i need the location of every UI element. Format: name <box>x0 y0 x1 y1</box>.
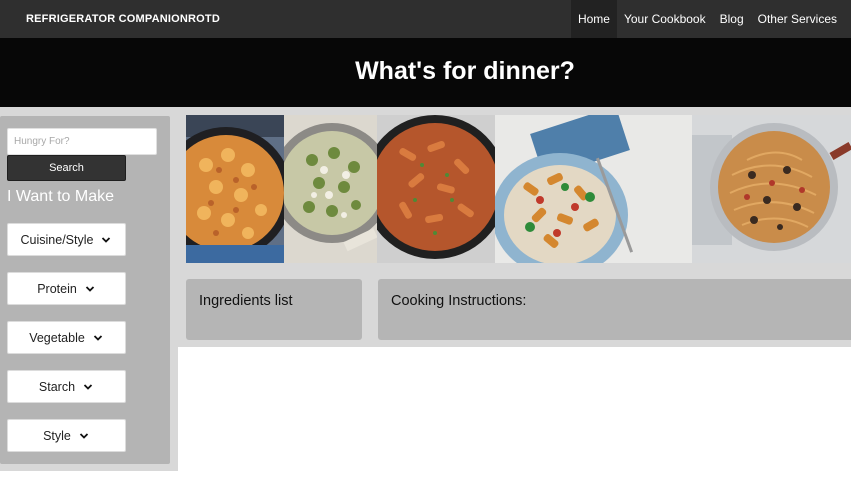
instructions-panel: Cooking Instructions: <box>378 279 851 340</box>
fusilli-pesto-image <box>284 115 377 263</box>
ingredients-title: Ingredients list <box>199 293 293 309</box>
dropdown-label: Starch <box>38 379 76 394</box>
vegetable-dropdown[interactable]: Vegetable <box>7 321 126 354</box>
hero-banner: What's for dinner? <box>0 38 851 107</box>
filter-heading: I Want to Make <box>7 188 114 205</box>
nav-blog-link[interactable]: Blog <box>713 0 751 38</box>
top-navbar: REFRIGERATOR COMPANION ROTD Home Your Co… <box>0 0 851 38</box>
dropdown-label: Cuisine/Style <box>20 232 94 247</box>
chevron-down-icon <box>85 285 94 292</box>
food-gallery <box>186 115 851 263</box>
chevron-down-icon <box>83 383 93 390</box>
nav-home-link[interactable]: Home <box>570 0 617 38</box>
dropdown-label: Protein <box>37 281 77 296</box>
nav-cookbook-link[interactable]: Your Cookbook <box>617 0 713 38</box>
dropdown-label: Style <box>43 428 71 443</box>
nav-other-services-link[interactable]: Other Services <box>751 0 844 38</box>
instructions-title: Cooking Instructions: <box>391 293 527 309</box>
rotd-link[interactable]: ROTD <box>188 0 220 38</box>
ingredients-panel: Ingredients list <box>186 279 362 340</box>
page-title: What's for dinner? <box>355 57 575 85</box>
protein-dropdown[interactable]: Protein <box>7 272 126 305</box>
chevron-down-icon <box>102 236 111 243</box>
starch-dropdown[interactable]: Starch <box>7 370 126 403</box>
rotini-bowl-image <box>495 115 692 263</box>
search-input[interactable] <box>7 128 157 155</box>
shells-skillet-image <box>186 115 284 263</box>
spaghetti-pan-image <box>692 115 851 263</box>
dropdown-label: Vegetable <box>29 330 85 345</box>
cuisine-style-dropdown[interactable]: Cuisine/Style <box>7 223 126 256</box>
style-dropdown[interactable]: Style <box>7 419 126 452</box>
search-button[interactable]: Search <box>7 155 126 181</box>
chevron-down-icon <box>93 334 102 341</box>
penne-skillet-image <box>377 115 495 263</box>
nav-links: Home Your Cookbook Blog Other Services <box>570 0 844 38</box>
chevron-down-icon <box>79 432 89 439</box>
brand-link[interactable]: REFRIGERATOR COMPANION <box>26 0 188 38</box>
